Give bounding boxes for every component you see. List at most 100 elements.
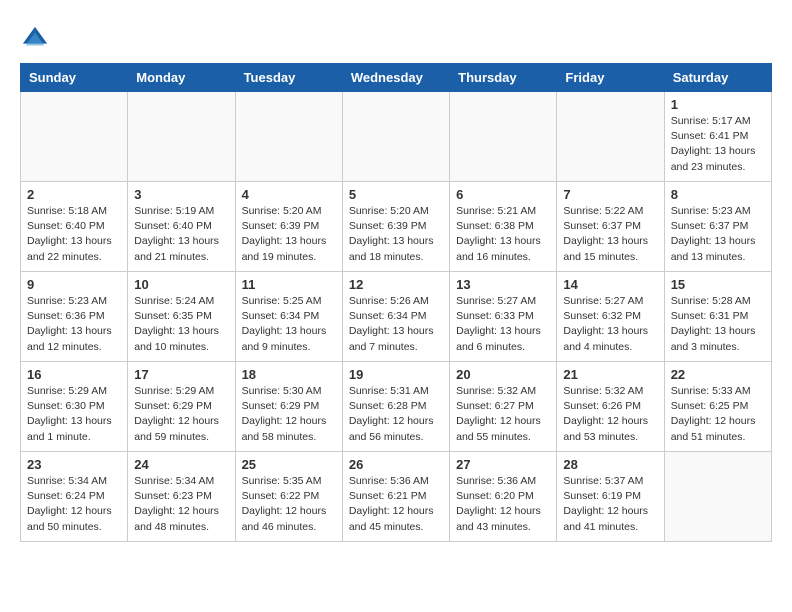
calendar-cell: 10 Sunrise: 5:24 AM Sunset: 6:35 PM Dayli… [128,272,235,362]
day-info: Sunrise: 5:19 AM Sunset: 6:40 PM Dayligh… [134,204,228,265]
day-number: 15 [671,277,765,292]
day-info: Sunrise: 5:18 AM Sunset: 6:40 PM Dayligh… [27,204,121,265]
day-info: Sunrise: 5:25 AM Sunset: 6:34 PM Dayligh… [242,294,336,355]
day-number: 23 [27,457,121,472]
day-number: 3 [134,187,228,202]
header [20,20,772,53]
weekday-header-saturday: Saturday [664,64,771,92]
day-number: 18 [242,367,336,382]
day-info: Sunrise: 5:23 AM Sunset: 6:37 PM Dayligh… [671,204,765,265]
day-number: 2 [27,187,121,202]
day-number: 6 [456,187,550,202]
calendar-header-row: SundayMondayTuesdayWednesdayThursdayFrid… [21,64,772,92]
calendar-cell: 20 Sunrise: 5:32 AM Sunset: 6:27 PM Dayli… [450,362,557,452]
calendar-cell: 11 Sunrise: 5:25 AM Sunset: 6:34 PM Dayli… [235,272,342,362]
calendar-cell: 16 Sunrise: 5:29 AM Sunset: 6:30 PM Dayli… [21,362,128,452]
weekday-header-tuesday: Tuesday [235,64,342,92]
day-info: Sunrise: 5:27 AM Sunset: 6:33 PM Dayligh… [456,294,550,355]
calendar-cell: 25 Sunrise: 5:35 AM Sunset: 6:22 PM Dayli… [235,452,342,542]
day-info: Sunrise: 5:35 AM Sunset: 6:22 PM Dayligh… [242,474,336,535]
calendar-cell: 9 Sunrise: 5:23 AM Sunset: 6:36 PM Daylig… [21,272,128,362]
day-number: 5 [349,187,443,202]
day-number: 16 [27,367,121,382]
day-info: Sunrise: 5:37 AM Sunset: 6:19 PM Dayligh… [563,474,657,535]
day-number: 4 [242,187,336,202]
calendar-cell [21,92,128,182]
calendar-cell: 13 Sunrise: 5:27 AM Sunset: 6:33 PM Dayli… [450,272,557,362]
calendar-week-row: 1 Sunrise: 5:17 AM Sunset: 6:41 PM Daylig… [21,92,772,182]
day-number: 24 [134,457,228,472]
day-number: 28 [563,457,657,472]
calendar-cell: 21 Sunrise: 5:32 AM Sunset: 6:26 PM Dayli… [557,362,664,452]
calendar-cell: 18 Sunrise: 5:30 AM Sunset: 6:29 PM Dayli… [235,362,342,452]
day-number: 11 [242,277,336,292]
day-info: Sunrise: 5:28 AM Sunset: 6:31 PM Dayligh… [671,294,765,355]
day-info: Sunrise: 5:22 AM Sunset: 6:37 PM Dayligh… [563,204,657,265]
day-number: 12 [349,277,443,292]
day-number: 26 [349,457,443,472]
day-info: Sunrise: 5:29 AM Sunset: 6:29 PM Dayligh… [134,384,228,445]
day-info: Sunrise: 5:20 AM Sunset: 6:39 PM Dayligh… [349,204,443,265]
calendar-week-row: 9 Sunrise: 5:23 AM Sunset: 6:36 PM Daylig… [21,272,772,362]
logo-icon [21,25,49,53]
day-info: Sunrise: 5:26 AM Sunset: 6:34 PM Dayligh… [349,294,443,355]
day-number: 7 [563,187,657,202]
day-info: Sunrise: 5:34 AM Sunset: 6:23 PM Dayligh… [134,474,228,535]
day-number: 19 [349,367,443,382]
day-number: 14 [563,277,657,292]
day-info: Sunrise: 5:21 AM Sunset: 6:38 PM Dayligh… [456,204,550,265]
day-info: Sunrise: 5:31 AM Sunset: 6:28 PM Dayligh… [349,384,443,445]
calendar-week-row: 16 Sunrise: 5:29 AM Sunset: 6:30 PM Dayli… [21,362,772,452]
day-info: Sunrise: 5:24 AM Sunset: 6:35 PM Dayligh… [134,294,228,355]
day-info: Sunrise: 5:17 AM Sunset: 6:41 PM Dayligh… [671,114,765,175]
weekday-header-wednesday: Wednesday [342,64,449,92]
day-number: 21 [563,367,657,382]
day-number: 9 [27,277,121,292]
calendar-cell: 24 Sunrise: 5:34 AM Sunset: 6:23 PM Dayli… [128,452,235,542]
day-info: Sunrise: 5:30 AM Sunset: 6:29 PM Dayligh… [242,384,336,445]
day-info: Sunrise: 5:27 AM Sunset: 6:32 PM Dayligh… [563,294,657,355]
calendar-cell: 6 Sunrise: 5:21 AM Sunset: 6:38 PM Daylig… [450,182,557,272]
calendar-cell: 4 Sunrise: 5:20 AM Sunset: 6:39 PM Daylig… [235,182,342,272]
calendar-week-row: 23 Sunrise: 5:34 AM Sunset: 6:24 PM Dayli… [21,452,772,542]
calendar-cell: 26Sunrise: 5:36 AM Sunset: 6:21 PM Dayli… [342,452,449,542]
calendar-cell: 19 Sunrise: 5:31 AM Sunset: 6:28 PM Dayli… [342,362,449,452]
calendar-cell: 28 Sunrise: 5:37 AM Sunset: 6:19 PM Dayli… [557,452,664,542]
calendar-cell: 17 Sunrise: 5:29 AM Sunset: 6:29 PM Dayli… [128,362,235,452]
day-number: 25 [242,457,336,472]
day-info: Sunrise: 5:34 AM Sunset: 6:24 PM Dayligh… [27,474,121,535]
day-info: Sunrise: 5:32 AM Sunset: 6:27 PM Dayligh… [456,384,550,445]
calendar-cell: 14 Sunrise: 5:27 AM Sunset: 6:32 PM Dayli… [557,272,664,362]
calendar-cell: 5 Sunrise: 5:20 AM Sunset: 6:39 PM Daylig… [342,182,449,272]
weekday-header-friday: Friday [557,64,664,92]
calendar-table: SundayMondayTuesdayWednesdayThursdayFrid… [20,63,772,542]
day-info: Sunrise: 5:20 AM Sunset: 6:39 PM Dayligh… [242,204,336,265]
day-number: 27 [456,457,550,472]
day-number: 13 [456,277,550,292]
calendar-cell [557,92,664,182]
calendar-week-row: 2 Sunrise: 5:18 AM Sunset: 6:40 PM Daylig… [21,182,772,272]
calendar-cell [342,92,449,182]
calendar-cell: 12 Sunrise: 5:26 AM Sunset: 6:34 PM Dayli… [342,272,449,362]
day-info: Sunrise: 5:23 AM Sunset: 6:36 PM Dayligh… [27,294,121,355]
calendar-cell: 2 Sunrise: 5:18 AM Sunset: 6:40 PM Daylig… [21,182,128,272]
calendar-cell: 27 Sunrise: 5:36 AM Sunset: 6:20 PM Dayli… [450,452,557,542]
calendar-cell: 22 Sunrise: 5:33 AM Sunset: 6:25 PM Dayli… [664,362,771,452]
day-info: Sunrise: 5:36 AM Sunset: 6:20 PM Dayligh… [456,474,550,535]
calendar-cell: 3 Sunrise: 5:19 AM Sunset: 6:40 PM Daylig… [128,182,235,272]
day-number: 22 [671,367,765,382]
weekday-header-sunday: Sunday [21,64,128,92]
day-info: Sunrise: 5:32 AM Sunset: 6:26 PM Dayligh… [563,384,657,445]
calendar-cell: 8 Sunrise: 5:23 AM Sunset: 6:37 PM Daylig… [664,182,771,272]
weekday-header-monday: Monday [128,64,235,92]
day-number: 20 [456,367,550,382]
day-number: 1 [671,97,765,112]
weekday-header-thursday: Thursday [450,64,557,92]
calendar-cell: 7 Sunrise: 5:22 AM Sunset: 6:37 PM Daylig… [557,182,664,272]
day-info: Sunrise: 5:29 AM Sunset: 6:30 PM Dayligh… [27,384,121,445]
day-info: Sunrise: 5:33 AM Sunset: 6:25 PM Dayligh… [671,384,765,445]
day-number: 17 [134,367,228,382]
calendar-cell [664,452,771,542]
day-number: 10 [134,277,228,292]
day-number: 8 [671,187,765,202]
